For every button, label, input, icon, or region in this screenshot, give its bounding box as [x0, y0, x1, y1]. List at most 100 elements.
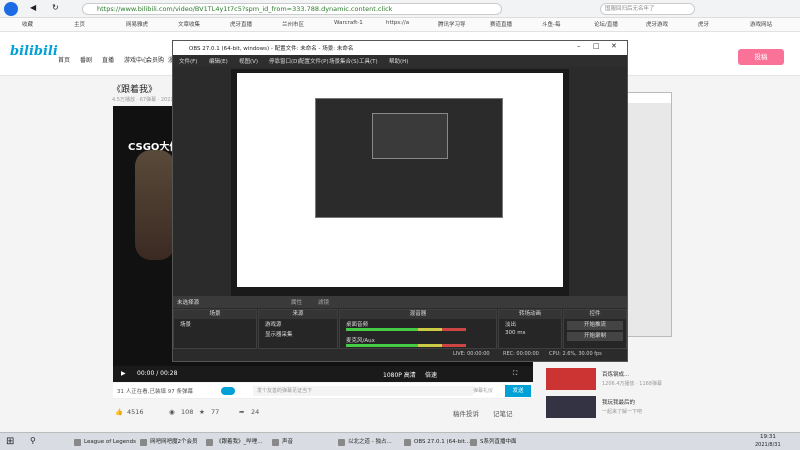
bookmark-item[interactable]: 虎牙直播 [230, 20, 252, 28]
taskbar-app[interactable]: 声音 [270, 436, 293, 449]
source-toolbar: 未选择源 属性 滤镜 [173, 296, 627, 308]
address-bar[interactable]: https://www.bilibili.com/video/BV1TL4y1t… [82, 3, 502, 15]
list-item-meta: 1206.4万播放 · 1168弹幕 [602, 381, 662, 387]
bilibili-logo[interactable]: bilibili [10, 44, 58, 59]
send-button[interactable]: 发送 [505, 385, 531, 397]
transitions-dock-title: 转场动画 [499, 310, 561, 319]
streamer-figure [135, 150, 175, 260]
nav-item[interactable]: 游戏中心 [124, 55, 148, 64]
time-display: 00:00 / 00:28 [137, 370, 178, 377]
sources-dock-title: 来源 [259, 310, 337, 319]
danmaku-input[interactable]: 发个友善的弹幕见证当下 [253, 386, 473, 396]
scene-item[interactable]: 场景 [174, 319, 256, 329]
obs-menu-item[interactable]: 文件(F) [179, 57, 197, 65]
obs-title-text: OBS 27.0.1 (64-bit, windows) - 配置文件: 未命名… [189, 46, 354, 52]
fullscreen-icon[interactable]: ⛶ [513, 370, 517, 378]
bookmark-item[interactable]: 赛道直播 [490, 20, 512, 28]
properties-button[interactable]: 属性 [291, 298, 302, 306]
clock-date[interactable]: 2021/8/31 [755, 442, 781, 448]
minimize-icon[interactable]: – [577, 42, 581, 50]
obs-menu-item[interactable]: 工具(T) [359, 57, 378, 65]
scenes-dock-title: 场景 [174, 310, 256, 319]
nav-item[interactable]: 首页 [58, 55, 70, 64]
coin-count: 108 [181, 408, 194, 416]
no-source-label: 未选择源 [177, 300, 200, 306]
quality-button[interactable]: 1080P 高清 [383, 370, 416, 379]
obs-menu-item[interactable]: 配置文件(P) [299, 57, 329, 65]
bookmark-item[interactable]: 收藏 [22, 20, 33, 28]
taskbar-app[interactable]: League of Legends [72, 436, 136, 449]
nav-item[interactable]: 番剧 [80, 55, 92, 64]
maximize-icon[interactable]: □ [593, 42, 600, 50]
back-icon[interactable]: ◀ [30, 3, 36, 12]
list-item-title[interactable]: 百炼钢成... [602, 370, 629, 378]
obs-preview[interactable] [231, 69, 569, 301]
etiquette-link[interactable]: 弹幕礼仪 [473, 387, 493, 394]
list-item-title[interactable]: 我玩我最后的 [602, 398, 635, 406]
share-icon[interactable]: ➦ [239, 408, 244, 416]
mixer-dock: 混音器 桌面音频 麦克风/Aux [339, 309, 497, 349]
list-item[interactable]: 百炼钢成... 1206.4万播放 · 1168弹幕 [540, 368, 680, 392]
coin-icon[interactable]: ◉ [169, 408, 175, 416]
report-link[interactable]: 稿件投诉 [453, 408, 479, 418]
obs-menu-item[interactable]: 视图(V) [239, 57, 258, 65]
obs-titlebar: OBS 27.0.1 (64-bit, windows) - 配置文件: 未命名… [173, 41, 627, 55]
taskbar-app[interactable]: S系列直播中面 [468, 436, 517, 449]
bookmark-item[interactable]: 主页 [74, 20, 85, 28]
bookmark-item[interactable]: 文章收集 [178, 20, 200, 28]
windows-start-icon[interactable]: ⊞ [6, 436, 14, 447]
list-item[interactable]: 我玩我最后的 一起来了解一下吧 [540, 396, 680, 420]
transition-select[interactable]: 淡出 [499, 319, 561, 329]
nav-item[interactable]: 直播 [102, 55, 114, 64]
taskbar-app[interactable]: 网吧网吧魔2个会员 [138, 436, 198, 449]
bookmark-item[interactable]: 斗鱼-每 [542, 20, 561, 28]
filters-button[interactable]: 滤镜 [318, 298, 329, 306]
speed-button[interactable]: 倍速 [425, 370, 437, 379]
bookmark-item[interactable]: 论坛/直播 [594, 20, 618, 28]
obs-menu-item[interactable]: 帮助(H) [389, 57, 408, 65]
like-icon[interactable]: 👍 [115, 408, 123, 416]
play-icon[interactable]: ▶ [121, 370, 126, 377]
transition-duration[interactable]: 300 ms [499, 329, 561, 337]
start-recording-button[interactable]: 开始录制 [567, 332, 623, 341]
obs-menu-item[interactable]: 停靠窗口(D) [269, 57, 300, 65]
bookmark-item[interactable]: 兰州市区 [282, 20, 304, 28]
close-icon[interactable]: ✕ [611, 42, 617, 50]
bookmark-item[interactable]: https://a [386, 20, 409, 26]
note-button[interactable]: 记笔记 [493, 408, 513, 418]
obs-menu-item[interactable]: 编辑(E) [209, 57, 228, 65]
rec-status: REC: 00:00:00 [503, 351, 539, 357]
video-thumbnail[interactable] [546, 368, 596, 390]
volume-meter [346, 328, 466, 331]
taskbar-app[interactable]: 以北之道 - 独占... [336, 436, 392, 449]
upload-button[interactable]: 投稿 [738, 49, 784, 65]
online-count: 31 人正在看,已装填 97 条弹幕 [117, 389, 193, 395]
bookmark-item[interactable]: 网易雅虎 [126, 20, 148, 28]
mixer-dock-title: 混音器 [340, 310, 496, 319]
danmaku-toggle[interactable] [221, 387, 235, 395]
source-item[interactable]: 游戏源 [259, 319, 337, 329]
bookmark-item[interactable]: 虎牙游戏 [646, 20, 668, 28]
bookmark-item[interactable]: Warcraft-1 [334, 20, 363, 26]
source-item[interactable]: 显示器采集 [259, 329, 337, 339]
bookmark-item[interactable]: 腾讯学习导 [438, 20, 466, 28]
search-input[interactable]: 国服回归后无名年了 [600, 3, 695, 15]
nav-item[interactable]: 会员购 [146, 55, 164, 64]
bookmark-item[interactable]: 虎牙 [698, 20, 709, 28]
player-controls: ▶ 00:00 / 00:28 1080P 高清 倍速 ⛶ [113, 366, 533, 382]
browser-logo-icon[interactable] [4, 2, 18, 16]
obs-window: OBS 27.0.1 (64-bit, windows) - 配置文件: 未命名… [172, 40, 628, 362]
obs-status-bar: LIVE: 00:00:00 REC: 00:00:00 CPU: 2.6%, … [173, 349, 627, 361]
obs-menu-item[interactable]: 场景集合(S) [329, 57, 359, 65]
side-window-titlebar [627, 93, 671, 103]
favorite-icon[interactable]: ★ [199, 408, 205, 416]
taskbar-search-icon[interactable]: ⚲ [30, 436, 36, 445]
refresh-icon[interactable]: ↻ [52, 3, 59, 12]
taskbar-app[interactable]: OBS 27.0.1 (64-bit... [402, 436, 470, 449]
video-thumbnail[interactable] [546, 396, 596, 418]
clock-time[interactable]: 19:31 [760, 434, 776, 440]
start-streaming-button[interactable]: 开始推流 [567, 321, 623, 330]
taskbar-app[interactable]: 《跟着我》_哔哩... [204, 436, 263, 449]
list-item-meta: 一起来了解一下吧 [602, 409, 643, 415]
bookmark-item[interactable]: 游戏网站 [750, 20, 772, 28]
